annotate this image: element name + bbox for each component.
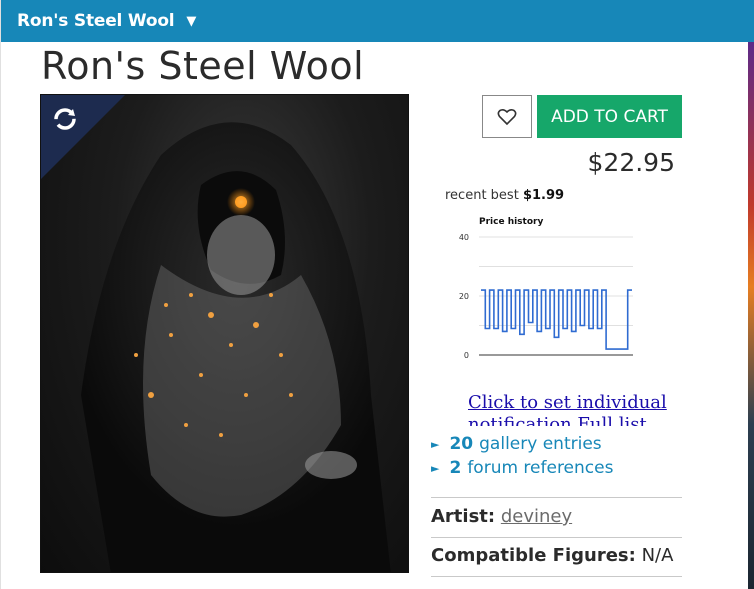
y-tick-label: 40 xyxy=(459,233,469,242)
add-to-cart-button[interactable]: ADD TO CART xyxy=(537,95,682,138)
gallery-label: gallery entries xyxy=(479,434,602,454)
divider xyxy=(431,537,682,538)
compatible-figures-row: Compatible Figures: N/A xyxy=(431,545,673,566)
forum-link[interactable]: ► 2 forum references xyxy=(431,456,613,480)
recent-best: recent best $1.99 xyxy=(445,188,564,203)
triangle-right-icon: ► xyxy=(431,437,440,451)
compatible-figures-value: N/A xyxy=(641,545,674,566)
forum-count: 2 xyxy=(449,458,462,478)
window-title: Ron's Steel Wool xyxy=(17,11,175,31)
recent-best-label: recent best xyxy=(445,188,519,203)
gallery-link[interactable]: ► 20 gallery entries xyxy=(431,432,613,456)
triangle-right-icon: ► xyxy=(431,461,440,475)
chart-title: Price history xyxy=(479,217,543,227)
price-history-chart: Price history 40 20 0 xyxy=(459,217,633,360)
artist-key: Artist: xyxy=(431,506,496,527)
product-image[interactable] xyxy=(40,94,409,573)
background-strip xyxy=(748,40,754,589)
caret-down-icon[interactable]: ▼ xyxy=(186,14,196,29)
price-line xyxy=(481,289,632,350)
heart-icon[interactable] xyxy=(482,95,532,138)
compatible-figures-key: Compatible Figures: xyxy=(431,545,636,566)
gallery-count: 20 xyxy=(449,434,474,454)
artist-row: Artist: deviney xyxy=(431,506,572,527)
notification-links: Click to set individual notification Ful… xyxy=(468,392,668,426)
price: $22.95 xyxy=(587,148,675,177)
full-list-link[interactable]: Full list xyxy=(577,414,646,426)
sync-icon xyxy=(54,108,76,130)
divider xyxy=(431,497,682,498)
title-bar[interactable]: Ron's Steel Wool ▼ xyxy=(1,0,754,42)
recent-best-value: $1.99 xyxy=(522,188,565,203)
product-panel: Ron's Steel Wool ▼ Ron's Steel Wool ADD … xyxy=(0,0,754,589)
divider xyxy=(431,576,682,577)
page-title: Ron's Steel Wool xyxy=(41,44,365,88)
y-tick-label: 20 xyxy=(459,292,469,301)
forum-label: forum references xyxy=(467,458,614,478)
artist-link[interactable]: deviney xyxy=(501,506,572,527)
y-tick-label: 0 xyxy=(464,351,469,360)
reference-links: ► 20 gallery entries ► 2 forum reference… xyxy=(431,432,613,480)
